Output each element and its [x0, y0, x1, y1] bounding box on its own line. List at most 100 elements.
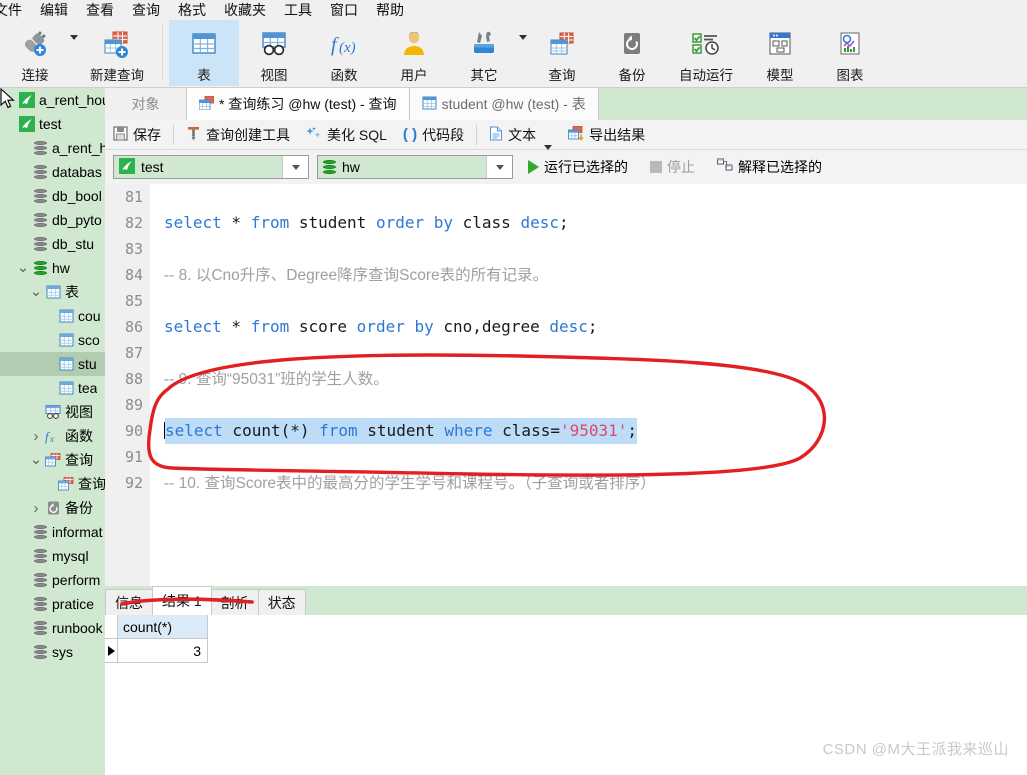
connection-select-arrow[interactable] — [282, 156, 308, 178]
tree-node-hw[interactable]: ⌄ hw — [0, 256, 105, 280]
tree-node--[interactable]: 视图 — [0, 400, 105, 424]
toolbar-export-result[interactable]: 导出结果 — [560, 120, 653, 150]
database-select[interactable]: hw — [317, 155, 513, 179]
code-line[interactable]: select * from student order by class des… — [150, 210, 1027, 236]
explain-selected-button[interactable]: 解释已选择的 — [710, 157, 829, 177]
menu-item-view[interactable]: 查看 — [77, 0, 123, 20]
tree-node-sys[interactable]: sys — [0, 640, 105, 664]
code-line[interactable]: -- 8. 以Cno升序、Degree降序查询Score表的所有记录。 — [150, 262, 1027, 288]
code-token: student — [289, 213, 376, 232]
tree-node-tea[interactable]: tea — [0, 376, 105, 400]
ribbon-button-query[interactable]: 查询 — [527, 20, 597, 86]
toolbar-snippet[interactable]: ( ) 代码段 — [395, 120, 472, 150]
tree-node-db_bool[interactable]: db_bool — [0, 184, 105, 208]
toolbar-export-result-label: 导出结果 — [589, 126, 646, 143]
row-selector[interactable] — [105, 639, 118, 663]
connect-dropdown[interactable] — [70, 20, 78, 72]
code-line[interactable]: -- 10. 查询Score表中的最高分的学生学号和课程号。（子查询或者排序） — [150, 470, 1027, 496]
chevron-down-icon[interactable]: ⌄ — [15, 260, 31, 275]
result-tab-1[interactable]: 结果 1 — [152, 586, 212, 615]
menu-item-help[interactable]: 帮助 — [367, 0, 413, 20]
code-line[interactable] — [150, 444, 1027, 470]
code-line[interactable]: -- 9. 查询“95031”班的学生人数。 — [150, 366, 1027, 392]
tree-node-a_rent_h[interactable]: a_rent_h — [0, 136, 105, 160]
ribbon-button-backup[interactable]: 备份 — [597, 20, 667, 86]
menu-item-query[interactable]: 查询 — [123, 0, 169, 20]
tree-node-test[interactable]: test — [0, 112, 105, 136]
menu-item-edit[interactable]: 编辑 — [31, 0, 77, 20]
menu-item-favorites[interactable]: 收藏夹 — [215, 0, 275, 20]
chevron-down-icon[interactable]: ⌄ — [28, 452, 44, 467]
tree-node-label: cou — [78, 308, 101, 324]
toolbar-text-mode[interactable]: 文本 — [481, 120, 560, 150]
result-tab-0[interactable]: 信息 — [105, 589, 153, 615]
table-row[interactable]: 3 — [105, 639, 1027, 663]
code-line[interactable]: select count(*) from student where class… — [150, 418, 1027, 444]
tree-node-sco[interactable]: sco — [0, 328, 105, 352]
stop-button: 停止 — [643, 157, 702, 177]
ribbon-button-user[interactable]: 用户 — [379, 20, 449, 86]
ribbon-button-connect[interactable]: 连接 — [0, 20, 70, 86]
chevron-down-icon[interactable]: ⌄ — [28, 284, 44, 299]
ribbon-button-model[interactable]: 模型 — [745, 20, 815, 86]
ribbon-button-automation[interactable]: 自动运行 — [667, 20, 745, 86]
ribbon-button-function[interactable]: f (x) 函数 — [309, 20, 379, 86]
line-number: 85 — [124, 292, 143, 310]
menu-item-file[interactable]: 文件 — [0, 0, 31, 20]
menu-item-tools[interactable]: 工具 — [275, 0, 321, 20]
code-line[interactable] — [150, 184, 1027, 210]
code-line[interactable] — [150, 236, 1027, 262]
ribbon-button-other[interactable]: 其它 — [449, 20, 519, 86]
tree-node-mysql[interactable]: mysql — [0, 544, 105, 568]
result-tab-2[interactable]: 剖析 — [210, 589, 259, 615]
toolbar-beautify-sql[interactable]: 美化 SQL — [298, 120, 395, 150]
code-line[interactable] — [150, 340, 1027, 366]
sql-code-area[interactable]: select * from student order by class des… — [150, 184, 1027, 586]
ribbon-button-chart[interactable]: 图表 — [815, 20, 885, 86]
tree-node-stu[interactable]: stu — [0, 352, 105, 376]
database-icon — [31, 597, 49, 611]
toolbar-query-builder[interactable]: 查询创建工具 — [178, 120, 298, 150]
tree-node--[interactable]: ⌄ 查询 — [0, 448, 105, 472]
tree-node-perform[interactable]: perform — [0, 568, 105, 592]
tree-node-label: perform — [52, 572, 101, 588]
toolbar-save[interactable]: 保存 — [105, 120, 169, 150]
tree-node--[interactable]: ⌄ 表 — [0, 280, 105, 304]
column-header[interactable]: count(*) — [118, 615, 208, 639]
database-select-arrow[interactable] — [486, 156, 512, 178]
tab-query-editor[interactable]: * 查询练习 @hw (test) - 查询 — [187, 88, 410, 120]
code-line[interactable]: select * from score order by cno,degree … — [150, 314, 1027, 340]
ribbon-button-view[interactable]: 视图 — [239, 20, 309, 86]
menu-item-format[interactable]: 格式 — [169, 0, 215, 20]
connection-select[interactable]: test — [113, 155, 309, 179]
tree-node--[interactable]: › f x 函数 — [0, 424, 105, 448]
tree-node-databas[interactable]: databas — [0, 160, 105, 184]
chevron-right-icon[interactable]: › — [28, 428, 44, 445]
tab-student-table[interactable]: student @hw (test) - 表 — [409, 88, 599, 120]
chevron-right-icon[interactable]: › — [28, 500, 44, 517]
run-selected-button[interactable]: 运行已选择的 — [521, 157, 635, 177]
ribbon-button-table[interactable]: 表 — [169, 20, 239, 86]
table-cell[interactable]: 3 — [118, 639, 208, 663]
tab-objects[interactable]: 对象 — [105, 88, 187, 120]
menu-item-window[interactable]: 窗口 — [321, 0, 367, 20]
tree-node-db_stu[interactable]: db_stu — [0, 232, 105, 256]
text-icon — [489, 126, 503, 144]
tree-node-informat[interactable]: informat — [0, 520, 105, 544]
other-dropdown[interactable] — [519, 20, 527, 72]
tree-node-pratice[interactable]: pratice — [0, 592, 105, 616]
code-line[interactable] — [150, 288, 1027, 314]
tree-node--[interactable]: › 备份 — [0, 496, 105, 520]
line-number: 87 — [124, 344, 143, 362]
chevron-down-icon[interactable] — [544, 144, 553, 150]
code-line[interactable] — [150, 392, 1027, 418]
sql-editor[interactable]: 81 82 83 84 85 86 87 88 89 90 91 92 select * from s… — [105, 184, 1027, 586]
result-tab-3[interactable]: 状态 — [257, 589, 306, 615]
database-tree[interactable]: a_rent_hou test a_rent_h databas db_bool db_p… — [0, 88, 105, 775]
tree-node-cou[interactable]: cou — [0, 304, 105, 328]
tree-node-runbook[interactable]: runbook — [0, 616, 105, 640]
tree-node-db_pyto[interactable]: db_pyto — [0, 208, 105, 232]
tree-node-label: mysql — [52, 548, 89, 564]
tree-node--[interactable]: 查询 — [0, 472, 105, 496]
ribbon-button-new-query[interactable]: 新建查询 — [78, 20, 156, 86]
